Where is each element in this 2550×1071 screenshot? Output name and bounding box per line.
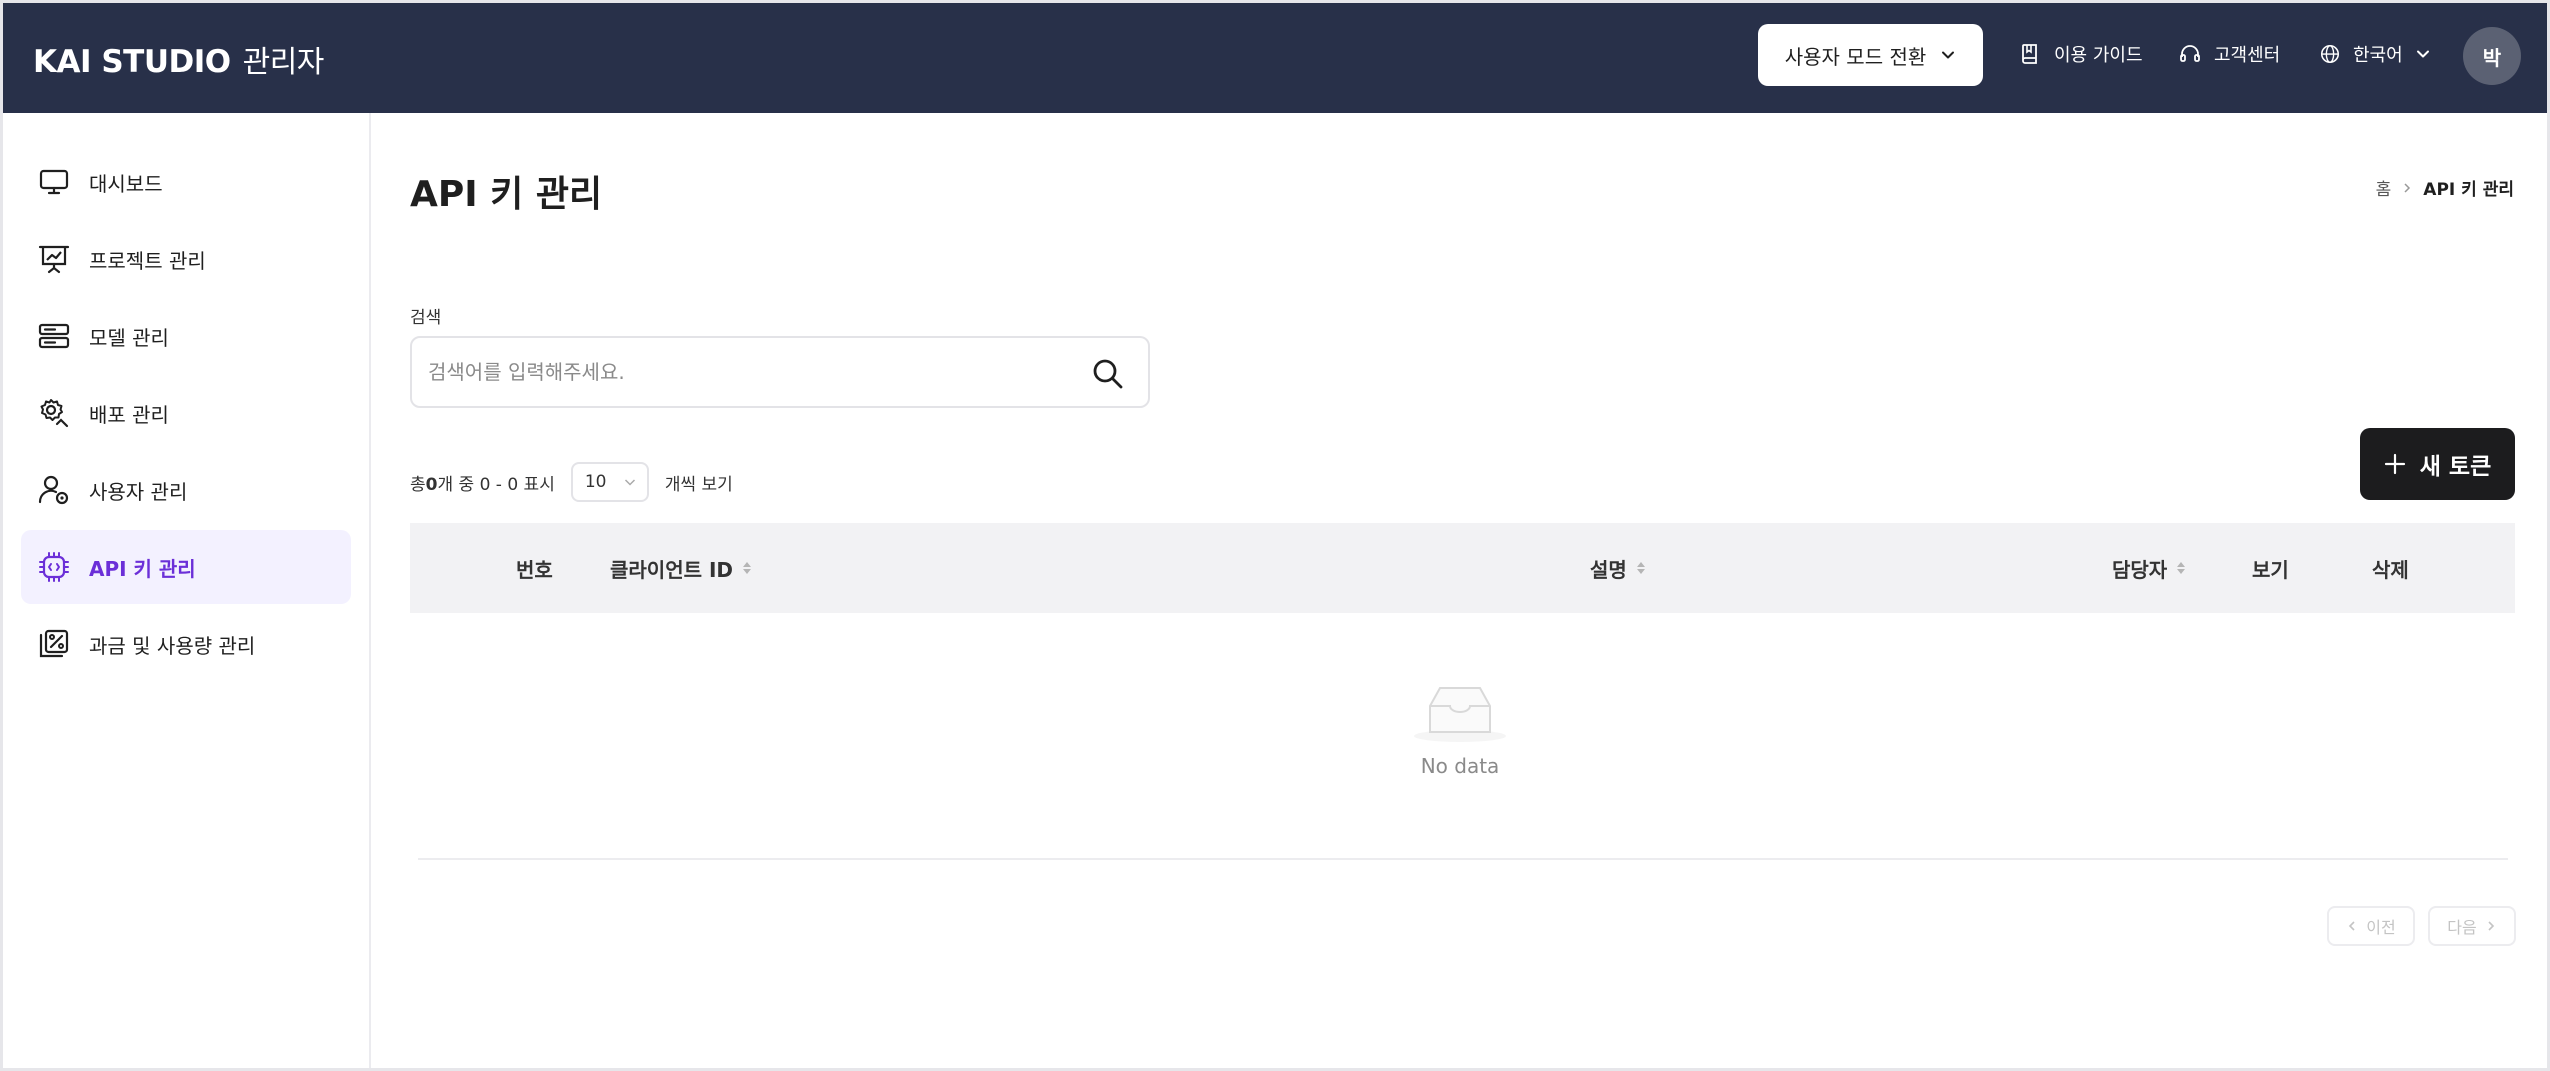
column-owner[interactable]: 담당자 (2112, 523, 2186, 613)
guide-link[interactable]: 이용 가이드 (2018, 41, 2143, 67)
column-label: 담당자 (2112, 557, 2168, 582)
mode-switch-button[interactable]: 사용자 모드 전환 (1758, 24, 1983, 86)
search-input[interactable] (428, 360, 1068, 384)
presentation-chart-icon (38, 245, 70, 274)
user-avatar[interactable]: 박 (2463, 27, 2521, 85)
sidebar-item-label: 대시보드 (89, 171, 163, 196)
top-header: KAI STUDIO 관리자 사용자 모드 전환 이용 가이드 고객센터 한국어… (3, 3, 2547, 113)
column-client-id[interactable]: 클라이언트 ID (610, 523, 752, 613)
sidebar-item-label: 과금 및 사용량 관리 (89, 633, 256, 658)
chevron-down-icon (624, 479, 635, 486)
summary-total: 0 (425, 474, 438, 495)
search-box (410, 336, 1150, 408)
sidebar-item-dashboard[interactable]: 대시보드 (21, 145, 351, 219)
summary-text: 총0개 중 0 - 0 표시 (410, 470, 555, 495)
sidebar-item-billing[interactable]: 과금 및 사용량 관리 (21, 607, 351, 681)
summary-prefix: 총 (410, 474, 426, 495)
globe-icon (2320, 44, 2340, 64)
brand-subtitle: 관리자 (242, 45, 325, 80)
sidebar-item-label: 프로젝트 관리 (89, 248, 206, 273)
summary-suffix: 개 중 0 - 0 표시 (437, 474, 555, 495)
server-icon (38, 323, 70, 349)
user-gear-icon (38, 475, 69, 505)
table-header: 번호 클라이언트 ID 설명 담당자 보기 삭제 (410, 523, 2515, 613)
sidebar-item-label: 모델 관리 (89, 325, 169, 350)
headset-icon (2180, 45, 2200, 62)
column-label: 설명 (1590, 557, 1627, 582)
breadcrumb: 홈 API 키 관리 (2376, 175, 2514, 200)
gear-deploy-icon (40, 399, 69, 428)
next-label: 다음 (2447, 918, 2477, 937)
sidebar-item-label: 사용자 관리 (89, 479, 188, 504)
sidebar-item-deploy[interactable]: 배포 관리 (21, 376, 351, 450)
api-chip-icon (39, 552, 69, 582)
prev-page-button[interactable]: 이전 (2327, 906, 2415, 946)
sidebar-item-models[interactable]: 모델 관리 (21, 299, 351, 373)
empty-state: No data (1360, 680, 1560, 778)
page-size-value: 10 (584, 472, 607, 492)
column-view: 보기 (2252, 523, 2289, 613)
table-divider (418, 858, 2508, 860)
new-token-label: 새 토큰 (2419, 454, 2492, 480)
chevron-right-icon (2488, 921, 2494, 931)
column-label: 클라이언트 ID (610, 557, 734, 582)
prev-label: 이전 (2366, 918, 2396, 937)
page-title: API 키 관리 (410, 174, 603, 215)
sidebar-item-projects[interactable]: 프로젝트 관리 (21, 222, 351, 296)
plus-icon (2384, 453, 2405, 475)
inbox-empty-icon (1414, 687, 1506, 742)
language-label: 한국어 (2353, 45, 2403, 66)
breadcrumb-current: API 키 관리 (2423, 180, 2514, 200)
page-size-select[interactable]: 10 (570, 462, 649, 502)
chevron-down-icon (2416, 50, 2429, 58)
column-label: 번호 (516, 557, 553, 582)
guide-label: 이용 가이드 (2054, 45, 2143, 66)
search-icon[interactable] (1090, 356, 1126, 392)
result-summary: 총0개 중 0 - 0 표시 10 개씩 보기 (410, 462, 733, 502)
mode-switch-label: 사용자 모드 전환 (1784, 44, 1927, 69)
sort-icon[interactable] (743, 562, 752, 574)
column-number: 번호 (516, 523, 553, 613)
sidebar-item-users[interactable]: 사용자 관리 (21, 453, 351, 527)
sort-icon[interactable] (1636, 562, 1645, 574)
support-link[interactable]: 고객센터 (2178, 41, 2280, 67)
book-icon (2022, 44, 2037, 64)
brand-logo[interactable]: KAI STUDIO 관리자 (33, 37, 324, 81)
monitor-icon (39, 169, 69, 195)
breadcrumb-home[interactable]: 홈 (2376, 175, 2392, 200)
column-label: 삭제 (2372, 557, 2409, 582)
sidebar-item-api-keys[interactable]: API 키 관리 (21, 530, 351, 604)
page-size-suffix: 개씩 보기 (664, 474, 733, 495)
chevron-right-icon (2404, 182, 2411, 193)
sidebar-item-label: API 키 관리 (89, 556, 196, 581)
chevron-left-icon (2349, 921, 2355, 931)
sidebar-nav: 대시보드 프로젝트 관리 모델 관리 배포 관리 사용자 관리 API 키 관리… (3, 113, 371, 1068)
percent-chart-icon (39, 629, 69, 658)
sidebar-item-label: 배포 관리 (89, 402, 169, 427)
search-label: 검색 (410, 308, 442, 328)
next-page-button[interactable]: 다음 (2428, 906, 2516, 946)
support-label: 고객센터 (2214, 45, 2281, 66)
new-token-button[interactable]: 새 토큰 (2360, 428, 2515, 500)
column-description[interactable]: 설명 (1590, 523, 1645, 613)
chevron-down-icon (1942, 51, 1955, 59)
empty-text: No data (1420, 754, 1500, 778)
column-delete: 삭제 (2372, 523, 2409, 613)
column-label: 보기 (2252, 557, 2289, 582)
language-selector[interactable]: 한국어 (2319, 41, 2431, 67)
sort-icon[interactable] (2177, 562, 2186, 574)
brand-name: KAI STUDIO (33, 44, 231, 80)
